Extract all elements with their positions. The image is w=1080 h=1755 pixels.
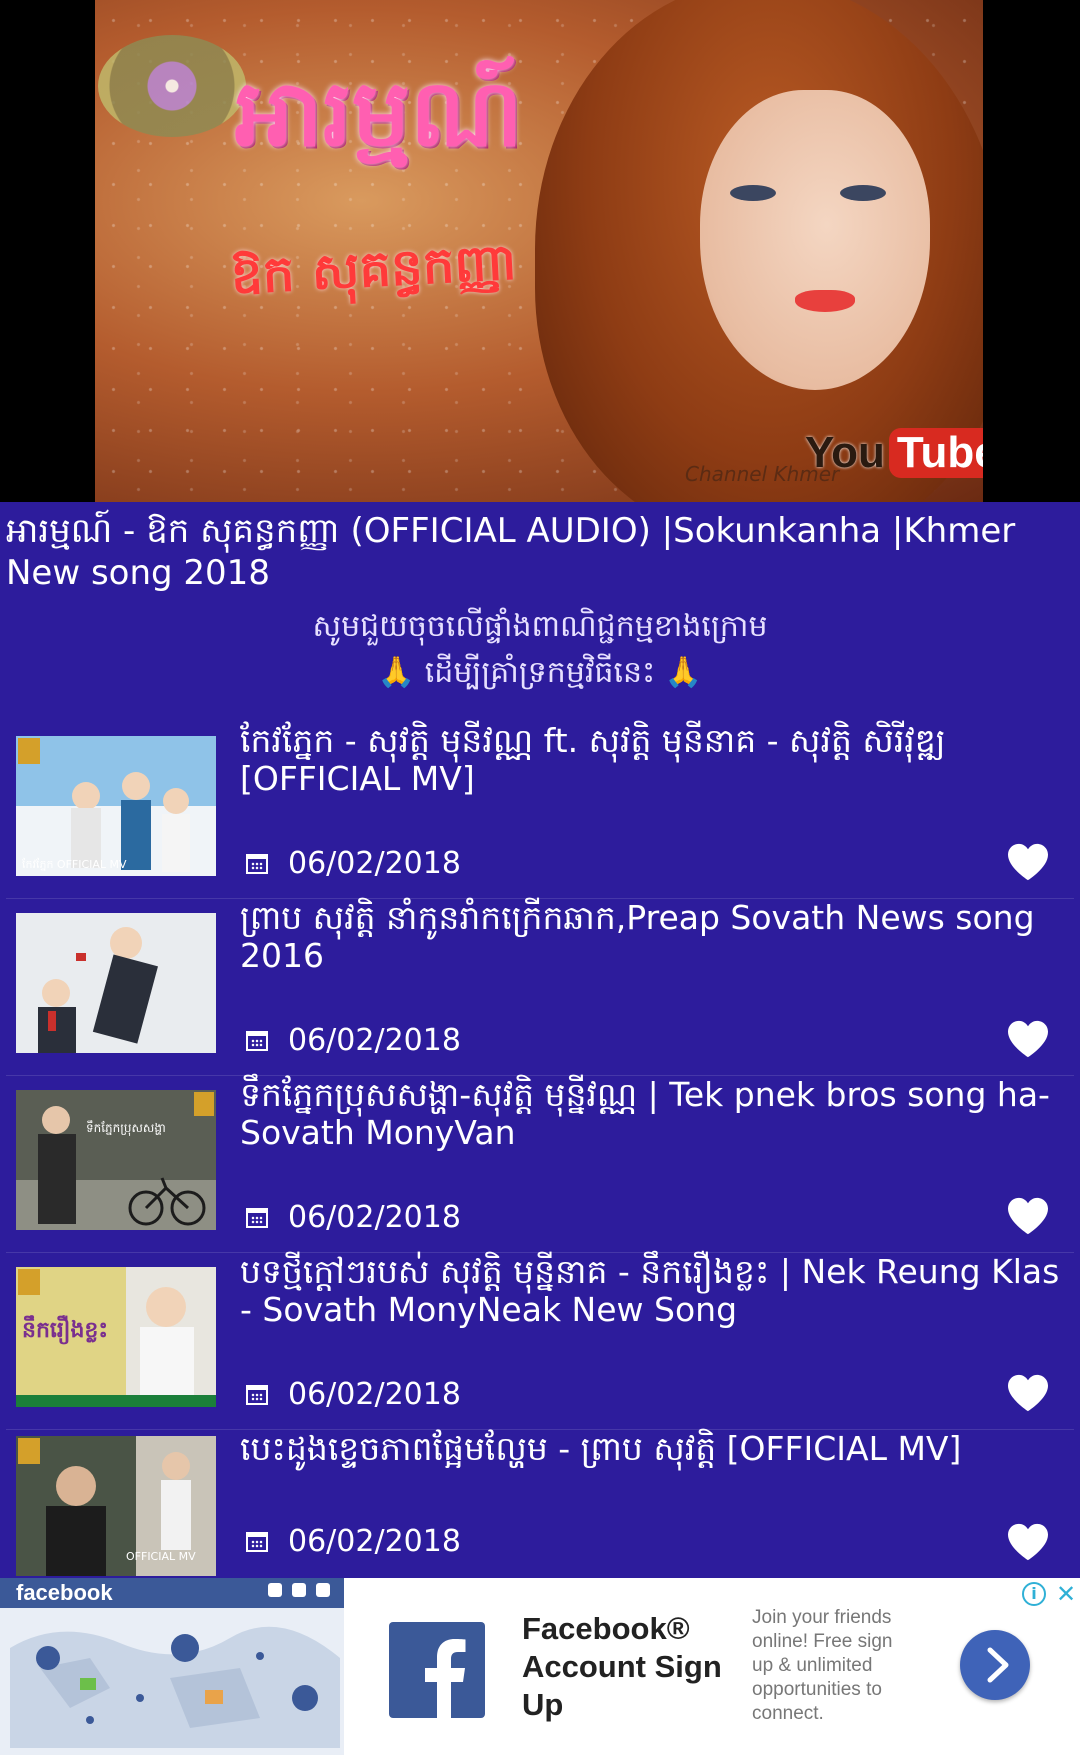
thumbnail-label: ទឹកភ្នែកប្រុសសង្ហា	[86, 1120, 166, 1136]
item-title: បេះដូងខ្ទេចភាពផ្អែមល្ហែម - ព្រាប សុវត្តិ…	[240, 1429, 962, 1468]
ad-open-button[interactable]	[960, 1630, 1030, 1700]
thumbnail-label: កែវភ្នែក OFFICIAL MV	[22, 857, 127, 871]
thumbnail-label: OFFICIAL MV	[126, 1550, 196, 1563]
item-date: 06/02/2018	[288, 1377, 461, 1412]
facebook-header-icons	[268, 1583, 330, 1597]
list-item[interactable]: ទឹកភ្នែកប្រុសសង្ហា ទឹកភ្នែកប្រុសសង្ហា-សុ…	[6, 1076, 1074, 1253]
date-row: 06/02/2018	[246, 1023, 461, 1058]
hero-title-art: អារម្មណ៍	[235, 60, 523, 167]
date-row: 06/02/2018	[246, 1524, 461, 1559]
video-title: អារម្មណ៍ - ឱក សុគន្ធកញ្ញា (OFFICIAL AUDI…	[6, 511, 1016, 593]
item-title: ព្រាប សុវត្តិ នាំកូនរាំកក្រើកឆាក,Preap S…	[240, 898, 1035, 975]
calendar-icon	[246, 1384, 268, 1405]
disc-icon	[98, 35, 246, 137]
ad-close-icon[interactable]: ✕	[1054, 1582, 1078, 1606]
date-row: 06/02/2018	[246, 1200, 461, 1235]
ad-image[interactable]: facebook	[0, 1578, 344, 1755]
list-item[interactable]: OFFICIAL MV បេះដូងខ្ទេចភាពផ្អែមល្ហែម - ព…	[6, 1430, 1074, 1590]
favorite-heart-icon[interactable]	[1006, 1522, 1050, 1562]
ad-info-icon[interactable]: i	[1022, 1582, 1046, 1606]
support-appeal: សូមជួយចុចលើផ្ទាំងពាណិជ្ជកម្មខាងក្រោម 🙏 ដ…	[0, 604, 1080, 696]
list-item[interactable]: កែវភ្នែក OFFICIAL MV កែវភ្នែក - សុវត្តិ …	[6, 722, 1074, 899]
list-item[interactable]: នឹករឿងខ្លះ បទថ្មីក្តៅៗរបស់ សុវត្តិ មុន្ន…	[6, 1253, 1074, 1430]
pray-icon: 🙏	[377, 655, 416, 690]
hero-thumbnail[interactable]: អារម្មណ៍ ឱក សុគន្ធកញ្ញា Channel Khmer Yo…	[0, 0, 1080, 502]
item-date: 06/02/2018	[288, 1524, 461, 1559]
favorite-heart-icon[interactable]	[1006, 1019, 1050, 1059]
pray-icon: 🙏	[664, 655, 703, 690]
ad-brand-header: facebook	[0, 1578, 344, 1608]
video-thumbnail[interactable]: នឹករឿងខ្លះ	[16, 1267, 216, 1407]
calendar-icon	[246, 1030, 268, 1051]
hero-subtitle-art: ឱក សុគន្ធកញ្ញា	[229, 232, 519, 306]
ad-headline[interactable]: Facebook® Account Sign Up	[522, 1610, 722, 1724]
video-thumbnail[interactable]: កែវភ្នែក OFFICIAL MV	[16, 736, 216, 876]
chevron-right-icon	[987, 1647, 1009, 1683]
item-title: បទថ្មីក្តៅៗរបស់ សុវត្តិ មុន្នីនាគ - នឹករ…	[240, 1252, 1060, 1329]
video-thumbnail[interactable]: ទឹកភ្នែកប្រុសសង្ហា	[16, 1090, 216, 1230]
facebook-logo-icon	[389, 1622, 485, 1718]
appeal-line-1: សូមជួយចុចលើផ្ទាំងពាណិជ្ជកម្មខាងក្រោម	[312, 609, 768, 644]
date-row: 06/02/2018	[246, 846, 461, 881]
item-title: កែវភ្នែក - សុវត្តិ មុនីវណ្ណ ft. សុវត្តិ …	[240, 721, 946, 798]
favorite-heart-icon[interactable]	[1006, 842, 1050, 882]
video-list: កែវភ្នែក OFFICIAL MV កែវភ្នែក - សុវត្តិ …	[0, 722, 1080, 1590]
thumbnail-label: នឹករឿងខ្លះ	[22, 1315, 108, 1345]
favorite-heart-icon[interactable]	[1006, 1196, 1050, 1236]
favorite-heart-icon[interactable]	[1006, 1373, 1050, 1413]
item-date: 06/02/2018	[288, 1023, 461, 1058]
item-date: 06/02/2018	[288, 1200, 461, 1235]
date-row: 06/02/2018	[246, 1377, 461, 1412]
video-thumbnail[interactable]: OFFICIAL MV	[16, 1436, 216, 1576]
item-date: 06/02/2018	[288, 846, 461, 881]
calendar-icon	[246, 853, 268, 874]
ad-banner[interactable]: facebook Facebook® Account Sign Up Join …	[0, 1578, 1080, 1755]
singer-portrait	[535, 0, 983, 502]
hero-artwork: អារម្មណ៍ ឱក សុគន្ធកញ្ញា Channel Khmer Yo…	[95, 0, 983, 502]
list-item[interactable]: ព្រាប សុវត្តិ នាំកូនរាំកក្រើកឆាក,Preap S…	[6, 899, 1074, 1076]
calendar-icon	[246, 1207, 268, 1228]
ad-body-text: Join your friends online! Free sign up &…	[752, 1607, 893, 1724]
appeal-line-2: 🙏 ដើម្បីគ្រាំទ្រកម្មវិធីនេះ 🙏	[377, 655, 703, 690]
item-title: ទឹកភ្នែកប្រុសសង្ហា-សុវត្តិ មុន្នីវណ្ណ | …	[240, 1075, 1050, 1152]
youtube-logo: You Tube	[805, 428, 983, 478]
video-thumbnail[interactable]	[16, 913, 216, 1053]
world-map-graphic	[10, 1626, 340, 1748]
calendar-icon	[246, 1531, 268, 1552]
